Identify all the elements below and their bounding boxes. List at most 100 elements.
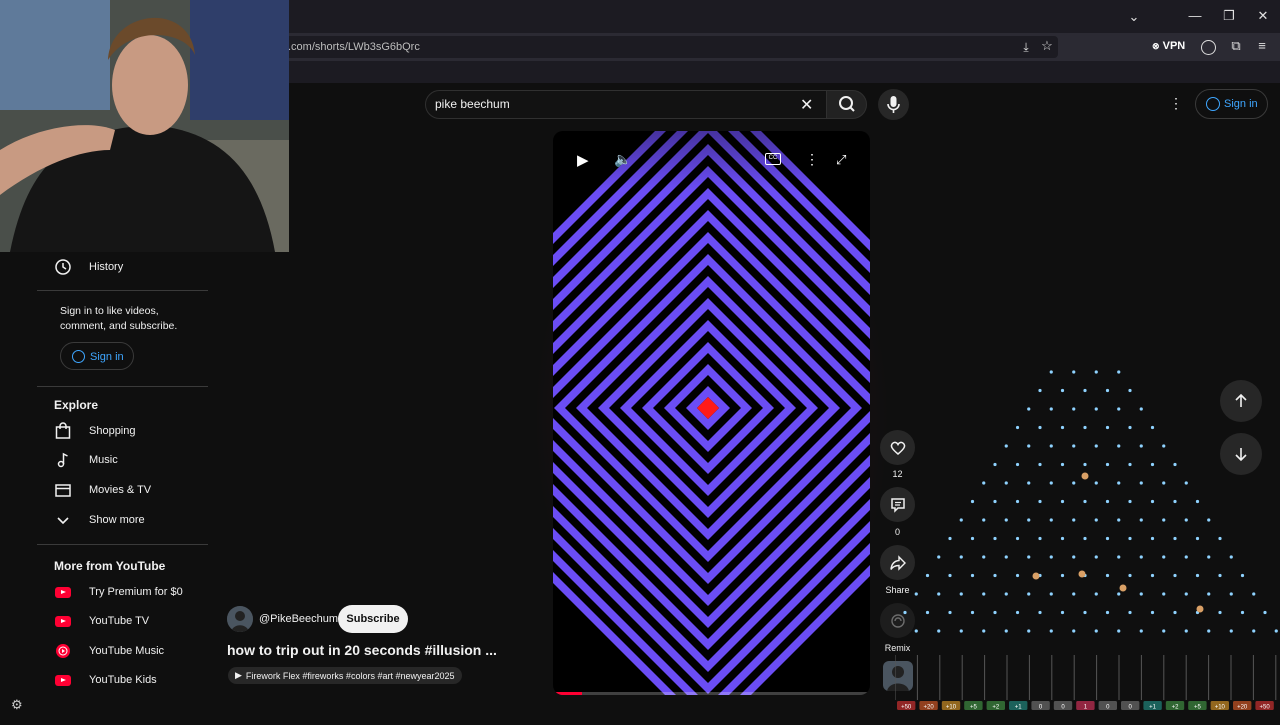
sidebar-item-premium[interactable]: Try Premium for $0 (54, 580, 204, 604)
bookmark-star-icon[interactable]: ☆ (1038, 38, 1056, 54)
voice-search-button[interactable] (878, 89, 909, 120)
more-options-icon[interactable]: ⋮ (805, 151, 819, 168)
progress-track[interactable] (553, 692, 870, 695)
plinko-peg (1094, 444, 1098, 448)
plinko-peg (993, 462, 997, 467)
sidebar-sign-in-button[interactable]: Sign in (60, 342, 134, 370)
plinko-peg (1128, 536, 1132, 541)
plinko-peg (1173, 499, 1177, 504)
plinko-peg (1094, 518, 1098, 522)
plinko-peg (1252, 592, 1256, 596)
fullscreen-icon[interactable]: ⤢ (836, 152, 846, 168)
divider (37, 290, 208, 291)
youtube-tv-icon (54, 612, 72, 630)
sidebar-item-label: Movies & TV (89, 484, 152, 496)
sidebar-item-movies[interactable]: Movies & TV (54, 478, 204, 502)
plinko-slot-value: +1 (1149, 705, 1157, 711)
plinko-peg (1105, 610, 1110, 615)
play-icon[interactable]: ▶ (577, 151, 589, 169)
subscribe-button[interactable]: Subscribe (338, 605, 408, 633)
plinko-peg (1139, 444, 1143, 448)
clear-search-icon[interactable]: ✕ (800, 95, 813, 115)
tab-list-chevron-icon[interactable]: ⌄ (1125, 9, 1143, 25)
plinko-peg (1105, 388, 1110, 393)
close-window-button[interactable]: ✕ (1254, 8, 1272, 24)
plinko-peg (1207, 518, 1211, 522)
sidebar-item-youtube-tv[interactable]: YouTube TV (54, 609, 204, 633)
plinko-peg (1038, 425, 1042, 430)
plinko-slot-value: +10 (946, 705, 957, 711)
plinko-peg (1060, 610, 1065, 615)
plinko-peg (925, 573, 930, 578)
plinko-peg (1117, 629, 1121, 633)
plinko-peg (982, 629, 986, 633)
plinko-slot-value: +50 (901, 705, 912, 711)
video-title[interactable]: how to trip out in 20 seconds #illusion … (227, 642, 497, 658)
plinko-peg (1027, 629, 1031, 633)
plinko-peg (1072, 444, 1076, 448)
youtube-premium-icon (54, 583, 72, 601)
volume-icon[interactable]: 🔈 (614, 151, 631, 168)
plinko-peg (1229, 555, 1233, 559)
plinko-peg (925, 610, 930, 615)
gear-icon[interactable]: ⚙ (11, 697, 23, 713)
plinko-peg (1162, 629, 1166, 633)
sidebar-item-youtube-music[interactable]: YouTube Music (54, 639, 204, 663)
plinko-peg (1263, 610, 1267, 615)
restore-button[interactable]: ❐ (1220, 8, 1238, 24)
chevron-down-icon (54, 511, 72, 529)
plinko-peg (1094, 555, 1098, 559)
user-circle-icon (72, 350, 85, 363)
sidebar-item-shopping[interactable]: Shopping (54, 419, 204, 443)
channel-avatar[interactable] (227, 606, 253, 632)
shorts-video-player[interactable]: ▶ 🔈 CC ⋮ ⤢ (553, 131, 870, 695)
plinko-slot-value: +2 (992, 705, 1000, 711)
plinko-peg (1128, 610, 1132, 615)
plinko-slot-value: +50 (1260, 705, 1271, 711)
plinko-peg (1117, 370, 1121, 374)
plinko-peg (1038, 536, 1042, 541)
menu-icon[interactable]: ≡ (1253, 38, 1271, 54)
settings-kebab-icon[interactable]: ⋮ (1169, 95, 1183, 112)
plinko-ball (1196, 605, 1204, 613)
plinko-peg (1240, 573, 1245, 578)
plinko-peg (1072, 555, 1076, 559)
search-button[interactable] (826, 90, 867, 119)
vpn-button[interactable]: ⊗ VPN (1152, 40, 1185, 52)
save-page-icon[interactable]: ⤓ (1017, 39, 1035, 55)
minimize-button[interactable]: — (1186, 8, 1204, 24)
plinko-peg (959, 629, 963, 633)
plinko-peg (1094, 629, 1098, 633)
plinko-peg (993, 499, 997, 504)
plinko-peg (1027, 555, 1031, 559)
plinko-peg (1117, 481, 1121, 485)
sidebar-item-youtube-kids[interactable]: YouTube Kids (54, 668, 204, 692)
plinko-peg (1218, 573, 1222, 578)
shopping-bag-icon (54, 422, 72, 440)
plinko-peg (1105, 462, 1110, 467)
sign-in-button[interactable]: Sign in (1195, 89, 1268, 119)
extensions-icon[interactable]: ⧉ (1227, 38, 1245, 54)
plinko-peg (1027, 481, 1031, 485)
music-note-icon (54, 451, 72, 469)
url-text[interactable]: .com/shorts/LWb3sG6bQrc (288, 41, 420, 53)
plinko-board: +50 +20 +10 +5 +2 +1 0 0 1 0 0 +1 +2 +5 +10 +20 +50 (894, 370, 1278, 711)
music-chip[interactable]: ▶ Firework Flex #fireworks #colors #art … (228, 667, 462, 684)
plinko-peg (1049, 629, 1053, 633)
account-icon[interactable] (1201, 40, 1216, 55)
sidebar-item-history[interactable]: History (54, 255, 204, 279)
plinko-peg (1038, 610, 1042, 615)
plinko-slot-value: +1 (1015, 705, 1023, 711)
plinko-peg (1015, 462, 1020, 467)
sidebar-item-show-more[interactable]: Show more (54, 508, 204, 532)
sidebar-item-music[interactable]: Music (54, 448, 204, 472)
search-input[interactable]: pike beechum (435, 97, 510, 111)
plinko-peg (1117, 444, 1121, 448)
captions-icon[interactable]: CC (765, 153, 781, 165)
plinko-peg (1162, 518, 1166, 522)
channel-name[interactable]: @PikeBeechum (259, 613, 338, 625)
user-circle-icon (1206, 97, 1220, 111)
clapperboard-icon (54, 481, 72, 499)
plinko-peg (1150, 610, 1155, 615)
vpn-status-icon: ⊗ (1152, 41, 1160, 51)
